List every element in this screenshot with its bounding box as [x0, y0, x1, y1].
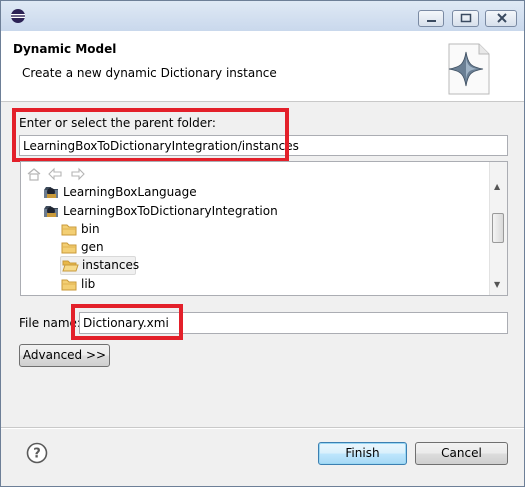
scroll-down-icon[interactable]: ▼ — [494, 280, 500, 289]
tree-item-label: gen — [81, 240, 104, 254]
folder-icon — [61, 242, 77, 254]
tree-item-label: lib — [81, 277, 96, 291]
minimize-button[interactable] — [418, 10, 444, 27]
close-icon — [497, 13, 507, 23]
project-icon — [44, 206, 58, 217]
tree-item-label: LearningBoxToDictionaryIntegration — [63, 204, 278, 218]
tree-scrollbar[interactable]: ▲ ▼ — [489, 162, 507, 295]
forward-icon[interactable] — [70, 167, 86, 181]
advanced-button[interactable]: Advanced >> — [19, 344, 110, 367]
tree-item-instances[interactable]: instances — [60, 256, 140, 275]
folder-tree[interactable]: LearningBoxLanguage LearningBoxToDiction… — [20, 161, 508, 296]
finish-button[interactable]: Finish — [318, 442, 407, 465]
wizard-description: Create a new dynamic Dictionary instance — [22, 66, 277, 80]
help-icon[interactable]: ? — [26, 442, 48, 464]
eclipse-icon — [11, 9, 25, 23]
folder-icon — [61, 224, 77, 236]
tree-item-label: instances — [82, 258, 140, 272]
cancel-button[interactable]: Cancel — [415, 442, 508, 465]
wizard-star-icon — [448, 43, 490, 95]
svg-text:?: ? — [33, 447, 41, 462]
tree-item-label: LearningBoxLanguage — [63, 185, 197, 199]
file-name-input[interactable]: Dictionary.xmi — [79, 312, 508, 334]
back-icon[interactable] — [47, 167, 63, 181]
folder-open-icon — [62, 260, 79, 272]
maximize-button[interactable] — [452, 10, 479, 27]
parent-folder-label: Enter or select the parent folder: — [19, 116, 216, 130]
close-button[interactable] — [485, 10, 517, 27]
scroll-thumb[interactable] — [492, 213, 504, 243]
dialog-window: Dynamic Model Create a new dynamic Dicti… — [0, 0, 525, 487]
maximize-icon — [460, 13, 472, 23]
file-name-label: File name: — [19, 316, 81, 330]
tree-item-label: bin — [81, 222, 100, 236]
parent-folder-input[interactable]: LearningBoxToDictionaryIntegration/insta… — [19, 135, 508, 156]
home-icon[interactable] — [26, 167, 42, 181]
wizard-header: Dynamic Model Create a new dynamic Dicti… — [1, 31, 524, 102]
minimize-icon — [427, 20, 436, 22]
wizard-title: Dynamic Model — [13, 42, 117, 56]
title-bar — [1, 1, 524, 31]
project-icon — [44, 187, 58, 198]
folder-icon — [61, 279, 77, 291]
scroll-up-icon[interactable]: ▲ — [494, 182, 500, 191]
footer-separator-highlight — [1, 428, 524, 429]
